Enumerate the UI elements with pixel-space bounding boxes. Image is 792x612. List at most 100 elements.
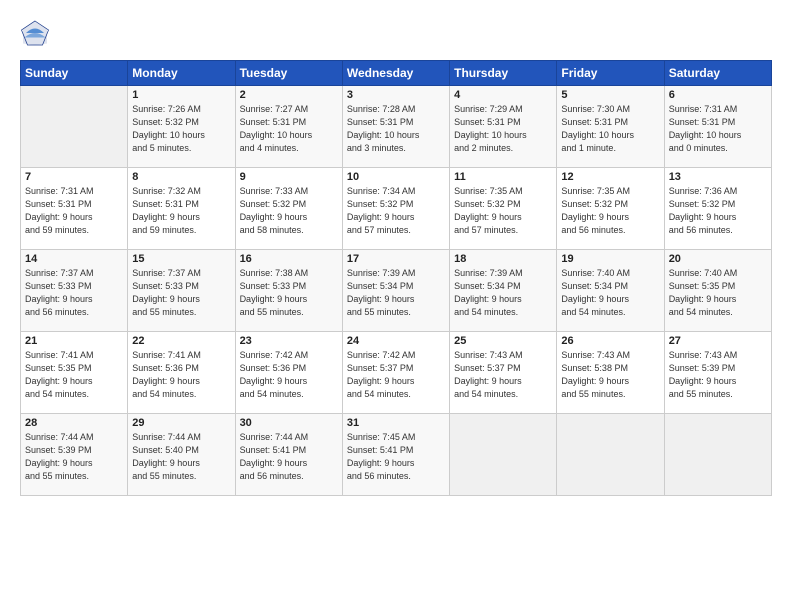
day-info: Sunrise: 7:39 AM Sunset: 5:34 PM Dayligh…: [347, 267, 445, 319]
day-info: Sunrise: 7:43 AM Sunset: 5:39 PM Dayligh…: [669, 349, 767, 401]
day-number: 12: [561, 171, 659, 183]
day-number: 17: [347, 253, 445, 265]
day-info: Sunrise: 7:38 AM Sunset: 5:33 PM Dayligh…: [240, 267, 338, 319]
day-info: Sunrise: 7:43 AM Sunset: 5:37 PM Dayligh…: [454, 349, 552, 401]
header-cell-wednesday: Wednesday: [342, 61, 449, 86]
page-container: SundayMondayTuesdayWednesdayThursdayFrid…: [0, 0, 792, 506]
day-info: Sunrise: 7:43 AM Sunset: 5:38 PM Dayligh…: [561, 349, 659, 401]
day-number: 18: [454, 253, 552, 265]
day-number: 10: [347, 171, 445, 183]
day-number: 2: [240, 89, 338, 101]
week-row-2: 14 Sunrise: 7:37 AM Sunset: 5:33 PM Dayli…: [21, 250, 772, 332]
day-cell: 6 Sunrise: 7:31 AM Sunset: 5:31 PM Daylig…: [664, 86, 771, 168]
logo-icon: [20, 18, 50, 48]
day-number: 21: [25, 335, 123, 347]
day-cell: 18Sunrise: 7:39 AM Sunset: 5:34 PM Dayli…: [450, 250, 557, 332]
day-number: 3: [347, 89, 445, 101]
header-cell-tuesday: Tuesday: [235, 61, 342, 86]
day-cell: 8 Sunrise: 7:32 AM Sunset: 5:31 PM Daylig…: [128, 168, 235, 250]
calendar-header: SundayMondayTuesdayWednesdayThursdayFrid…: [21, 61, 772, 86]
day-cell: 4Sunrise: 7:29 AM Sunset: 5:31 PM Daylig…: [450, 86, 557, 168]
week-row-0: 1 Sunrise: 7:26 AM Sunset: 5:32 PM Daylig…: [21, 86, 772, 168]
day-number: 6: [669, 89, 767, 101]
day-info: Sunrise: 7:42 AM Sunset: 5:37 PM Dayligh…: [347, 349, 445, 401]
day-info: Sunrise: 7:32 AM Sunset: 5:31 PM Dayligh…: [132, 185, 230, 237]
day-info: Sunrise: 7:30 AM Sunset: 5:31 PM Dayligh…: [561, 103, 659, 155]
day-cell: 10 Sunrise: 7:34 AM Sunset: 5:32 PM Dayli…: [342, 168, 449, 250]
day-cell: 20Sunrise: 7:40 AM Sunset: 5:35 PM Dayli…: [664, 250, 771, 332]
day-cell: [557, 414, 664, 496]
day-number: 16: [240, 253, 338, 265]
week-row-1: 7 Sunrise: 7:31 AM Sunset: 5:31 PM Daylig…: [21, 168, 772, 250]
day-number: 8: [132, 171, 230, 183]
header-cell-saturday: Saturday: [664, 61, 771, 86]
logo: [20, 18, 54, 48]
day-info: Sunrise: 7:41 AM Sunset: 5:36 PM Dayligh…: [132, 349, 230, 401]
day-cell: [450, 414, 557, 496]
day-cell: 21 Sunrise: 7:41 AM Sunset: 5:35 PM Dayli…: [21, 332, 128, 414]
day-number: 30: [240, 417, 338, 429]
day-number: 26: [561, 335, 659, 347]
day-cell: 2Sunrise: 7:27 AM Sunset: 5:31 PM Daylig…: [235, 86, 342, 168]
day-cell: 15 Sunrise: 7:37 AM Sunset: 5:33 PM Dayli…: [128, 250, 235, 332]
day-number: 24: [347, 335, 445, 347]
day-cell: 14Sunrise: 7:37 AM Sunset: 5:33 PM Dayli…: [21, 250, 128, 332]
day-cell: [21, 86, 128, 168]
day-info: Sunrise: 7:33 AM Sunset: 5:32 PM Dayligh…: [240, 185, 338, 237]
day-info: Sunrise: 7:34 AM Sunset: 5:32 PM Dayligh…: [347, 185, 445, 237]
day-number: 14: [25, 253, 123, 265]
day-info: Sunrise: 7:44 AM Sunset: 5:41 PM Dayligh…: [240, 431, 338, 483]
day-info: Sunrise: 7:42 AM Sunset: 5:36 PM Dayligh…: [240, 349, 338, 401]
day-info: Sunrise: 7:31 AM Sunset: 5:31 PM Dayligh…: [669, 103, 767, 155]
day-info: Sunrise: 7:40 AM Sunset: 5:34 PM Dayligh…: [561, 267, 659, 319]
day-info: Sunrise: 7:44 AM Sunset: 5:39 PM Dayligh…: [25, 431, 123, 483]
day-number: 7: [25, 171, 123, 183]
day-number: 31: [347, 417, 445, 429]
header-row: SundayMondayTuesdayWednesdayThursdayFrid…: [21, 61, 772, 86]
day-info: Sunrise: 7:31 AM Sunset: 5:31 PM Dayligh…: [25, 185, 123, 237]
day-info: Sunrise: 7:40 AM Sunset: 5:35 PM Dayligh…: [669, 267, 767, 319]
day-info: Sunrise: 7:35 AM Sunset: 5:32 PM Dayligh…: [561, 185, 659, 237]
header-cell-sunday: Sunday: [21, 61, 128, 86]
day-number: 29: [132, 417, 230, 429]
day-cell: [664, 414, 771, 496]
day-cell: 26 Sunrise: 7:43 AM Sunset: 5:38 PM Dayli…: [557, 332, 664, 414]
day-cell: 22 Sunrise: 7:41 AM Sunset: 5:36 PM Dayli…: [128, 332, 235, 414]
header-cell-monday: Monday: [128, 61, 235, 86]
day-cell: 27 Sunrise: 7:43 AM Sunset: 5:39 PM Dayli…: [664, 332, 771, 414]
day-info: Sunrise: 7:29 AM Sunset: 5:31 PM Dayligh…: [454, 103, 552, 155]
day-cell: 9Sunrise: 7:33 AM Sunset: 5:32 PM Daylig…: [235, 168, 342, 250]
calendar-table: SundayMondayTuesdayWednesdayThursdayFrid…: [20, 60, 772, 496]
day-cell: 7 Sunrise: 7:31 AM Sunset: 5:31 PM Daylig…: [21, 168, 128, 250]
header-cell-thursday: Thursday: [450, 61, 557, 86]
day-cell: 17 Sunrise: 7:39 AM Sunset: 5:34 PM Dayli…: [342, 250, 449, 332]
week-row-4: 28 Sunrise: 7:44 AM Sunset: 5:39 PM Dayli…: [21, 414, 772, 496]
day-cell: 29Sunrise: 7:44 AM Sunset: 5:40 PM Dayli…: [128, 414, 235, 496]
day-number: 25: [454, 335, 552, 347]
day-cell: 28 Sunrise: 7:44 AM Sunset: 5:39 PM Dayli…: [21, 414, 128, 496]
day-number: 22: [132, 335, 230, 347]
day-cell: 24 Sunrise: 7:42 AM Sunset: 5:37 PM Dayli…: [342, 332, 449, 414]
day-cell: 13Sunrise: 7:36 AM Sunset: 5:32 PM Dayli…: [664, 168, 771, 250]
day-number: 27: [669, 335, 767, 347]
day-number: 1: [132, 89, 230, 101]
day-cell: 23Sunrise: 7:42 AM Sunset: 5:36 PM Dayli…: [235, 332, 342, 414]
day-info: Sunrise: 7:37 AM Sunset: 5:33 PM Dayligh…: [132, 267, 230, 319]
day-info: Sunrise: 7:26 AM Sunset: 5:32 PM Dayligh…: [132, 103, 230, 155]
week-row-3: 21 Sunrise: 7:41 AM Sunset: 5:35 PM Dayli…: [21, 332, 772, 414]
day-cell: 30 Sunrise: 7:44 AM Sunset: 5:41 PM Dayli…: [235, 414, 342, 496]
day-info: Sunrise: 7:35 AM Sunset: 5:32 PM Dayligh…: [454, 185, 552, 237]
day-info: Sunrise: 7:41 AM Sunset: 5:35 PM Dayligh…: [25, 349, 123, 401]
day-cell: 25 Sunrise: 7:43 AM Sunset: 5:37 PM Dayli…: [450, 332, 557, 414]
day-cell: 16 Sunrise: 7:38 AM Sunset: 5:33 PM Dayli…: [235, 250, 342, 332]
day-cell: 5Sunrise: 7:30 AM Sunset: 5:31 PM Daylig…: [557, 86, 664, 168]
header-cell-friday: Friday: [557, 61, 664, 86]
day-info: Sunrise: 7:28 AM Sunset: 5:31 PM Dayligh…: [347, 103, 445, 155]
day-info: Sunrise: 7:45 AM Sunset: 5:41 PM Dayligh…: [347, 431, 445, 483]
day-cell: 31 Sunrise: 7:45 AM Sunset: 5:41 PM Dayli…: [342, 414, 449, 496]
day-cell: 11Sunrise: 7:35 AM Sunset: 5:32 PM Dayli…: [450, 168, 557, 250]
day-info: Sunrise: 7:36 AM Sunset: 5:32 PM Dayligh…: [669, 185, 767, 237]
day-number: 28: [25, 417, 123, 429]
day-number: 15: [132, 253, 230, 265]
day-number: 19: [561, 253, 659, 265]
